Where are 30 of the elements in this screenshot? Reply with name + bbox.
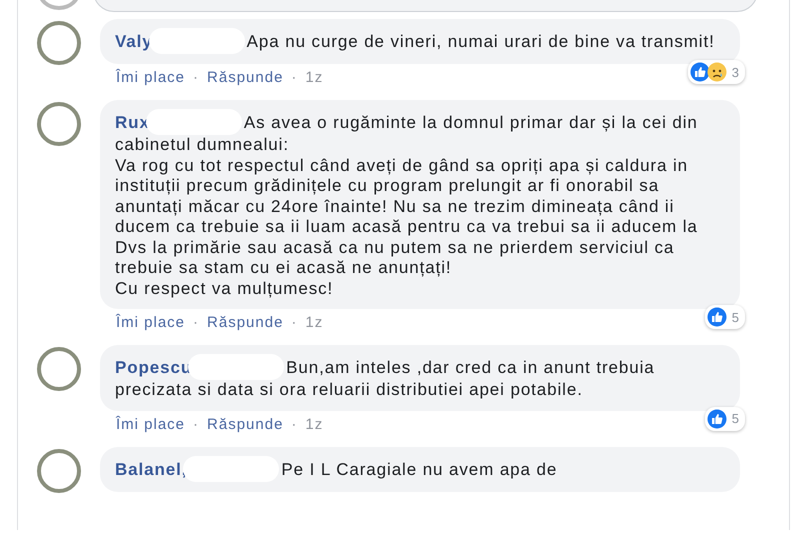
separator-dot: · xyxy=(193,69,200,86)
separator-dot: · xyxy=(193,416,200,432)
reaction-badge[interactable]: 5 xyxy=(704,305,745,329)
like-link[interactable]: Îmi place xyxy=(116,69,186,86)
like-link[interactable]: Îmi place xyxy=(116,314,186,331)
thumbs-up-icon xyxy=(706,408,727,428)
reply-link[interactable]: Răspunde xyxy=(207,69,284,86)
avatar xyxy=(37,448,81,492)
avatar xyxy=(37,347,81,391)
separator-dot: · xyxy=(291,314,298,331)
thumbs-up-icon xyxy=(706,307,727,327)
separator-dot: · xyxy=(291,69,298,86)
thumbs-up-icon xyxy=(690,62,710,82)
reply-link[interactable]: Răspunde xyxy=(207,416,284,432)
sad-face-icon xyxy=(706,62,727,82)
separator-dot: · xyxy=(291,416,298,432)
comment-text: Balanel, Pe I L Caragiale nu avem apa de xyxy=(115,456,726,482)
comment-text: Popescu Bun,am inteles ,dar cred ca in anunt trebuia precizata si data si ora reluarii distributiei apei potabile. xyxy=(115,354,726,400)
timestamp: 1z xyxy=(305,69,324,86)
like-link[interactable]: Îmi place xyxy=(116,416,186,432)
reaction-badge[interactable]: 3 xyxy=(688,60,745,84)
comment-text: Rux As avea o rugăminte la domnul primar dar și la cei din cabinetul dumnealui: Va rog cu tot respectul când aveți de gând sa opriți apa și caldura in instituții precum grădinițele cu program prelungit ar fi onorabil sa anuntați măcar cu 24ore înainte! Nu sa ne trezim dimineața când ii ducem ca trebuie sa ii luam acasă pentru ca va trebui sa ii aducem la Dvs la primărie sau acasă ca nu putem sa ne prierdem serviciul ca trebuie sa stam cu ei acasă ne anunțați! Cu respect va mulțumesc! xyxy=(115,109,726,299)
avatar xyxy=(37,102,81,146)
comment-text: Valy Apa nu curge de vineri, numai urari de bine va transmit! xyxy=(115,28,726,54)
avatar xyxy=(37,21,81,65)
separator-dot: · xyxy=(193,314,200,331)
reply-link[interactable]: Răspunde xyxy=(207,314,284,331)
timestamp: 1z xyxy=(305,416,324,432)
timestamp: 1z xyxy=(305,314,324,331)
reaction-badge[interactable]: 5 xyxy=(704,406,745,430)
